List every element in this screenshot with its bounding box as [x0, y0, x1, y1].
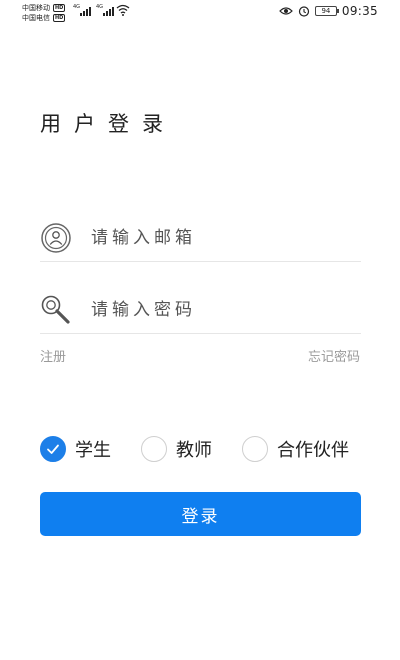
- signal-icon: [80, 6, 91, 16]
- battery-level: 94: [321, 7, 331, 15]
- email-input[interactable]: [91, 227, 351, 248]
- role-label-student: 学生: [75, 440, 111, 461]
- eye-icon: [279, 7, 293, 15]
- status-right-group: 94 09:35: [279, 4, 378, 18]
- carrier-2-label: 中国电信: [22, 14, 50, 22]
- wifi-icon: [116, 4, 130, 16]
- password-input[interactable]: [91, 299, 351, 320]
- role-selector: 学生 教师 合作伙伴: [40, 436, 349, 462]
- radio-checked-icon[interactable]: [40, 436, 66, 462]
- role-label-partner: 合作伙伴: [277, 440, 349, 461]
- password-field-row: [40, 286, 361, 334]
- network-type-2: 4G: [96, 4, 104, 10]
- role-option-partner[interactable]: 合作伙伴: [242, 436, 349, 462]
- status-time: 09:35: [341, 4, 378, 18]
- email-field-row: [40, 214, 361, 262]
- page-title: 用户登录: [40, 112, 176, 136]
- key-icon: [41, 295, 70, 324]
- hd-badge: HD: [53, 4, 66, 12]
- network-type-1: 4G: [73, 4, 81, 10]
- carrier-1-label: 中国移动: [22, 4, 50, 12]
- signal-icon-2: [103, 6, 114, 16]
- hd-badge-2: HD: [53, 14, 66, 22]
- role-label-teacher: 教师: [176, 440, 212, 461]
- role-option-student[interactable]: 学生: [40, 436, 111, 462]
- carrier-info: 中国移动 HD 中国电信 HD: [22, 3, 66, 23]
- check-icon: [47, 444, 59, 454]
- alarm-icon: [298, 6, 310, 17]
- radio-unchecked-icon[interactable]: [141, 436, 167, 462]
- radio-unchecked-icon[interactable]: [242, 436, 268, 462]
- login-button[interactable]: 登录: [40, 492, 361, 536]
- status-bar: 中国移动 HD 中国电信 HD 4G 4G 94 09:35: [0, 0, 400, 26]
- role-option-teacher[interactable]: 教师: [141, 436, 212, 462]
- register-link[interactable]: 注册: [40, 346, 66, 365]
- user-icon: [41, 222, 71, 253]
- forgot-password-link[interactable]: 忘记密码: [308, 346, 360, 365]
- battery-icon: 94: [314, 6, 339, 16]
